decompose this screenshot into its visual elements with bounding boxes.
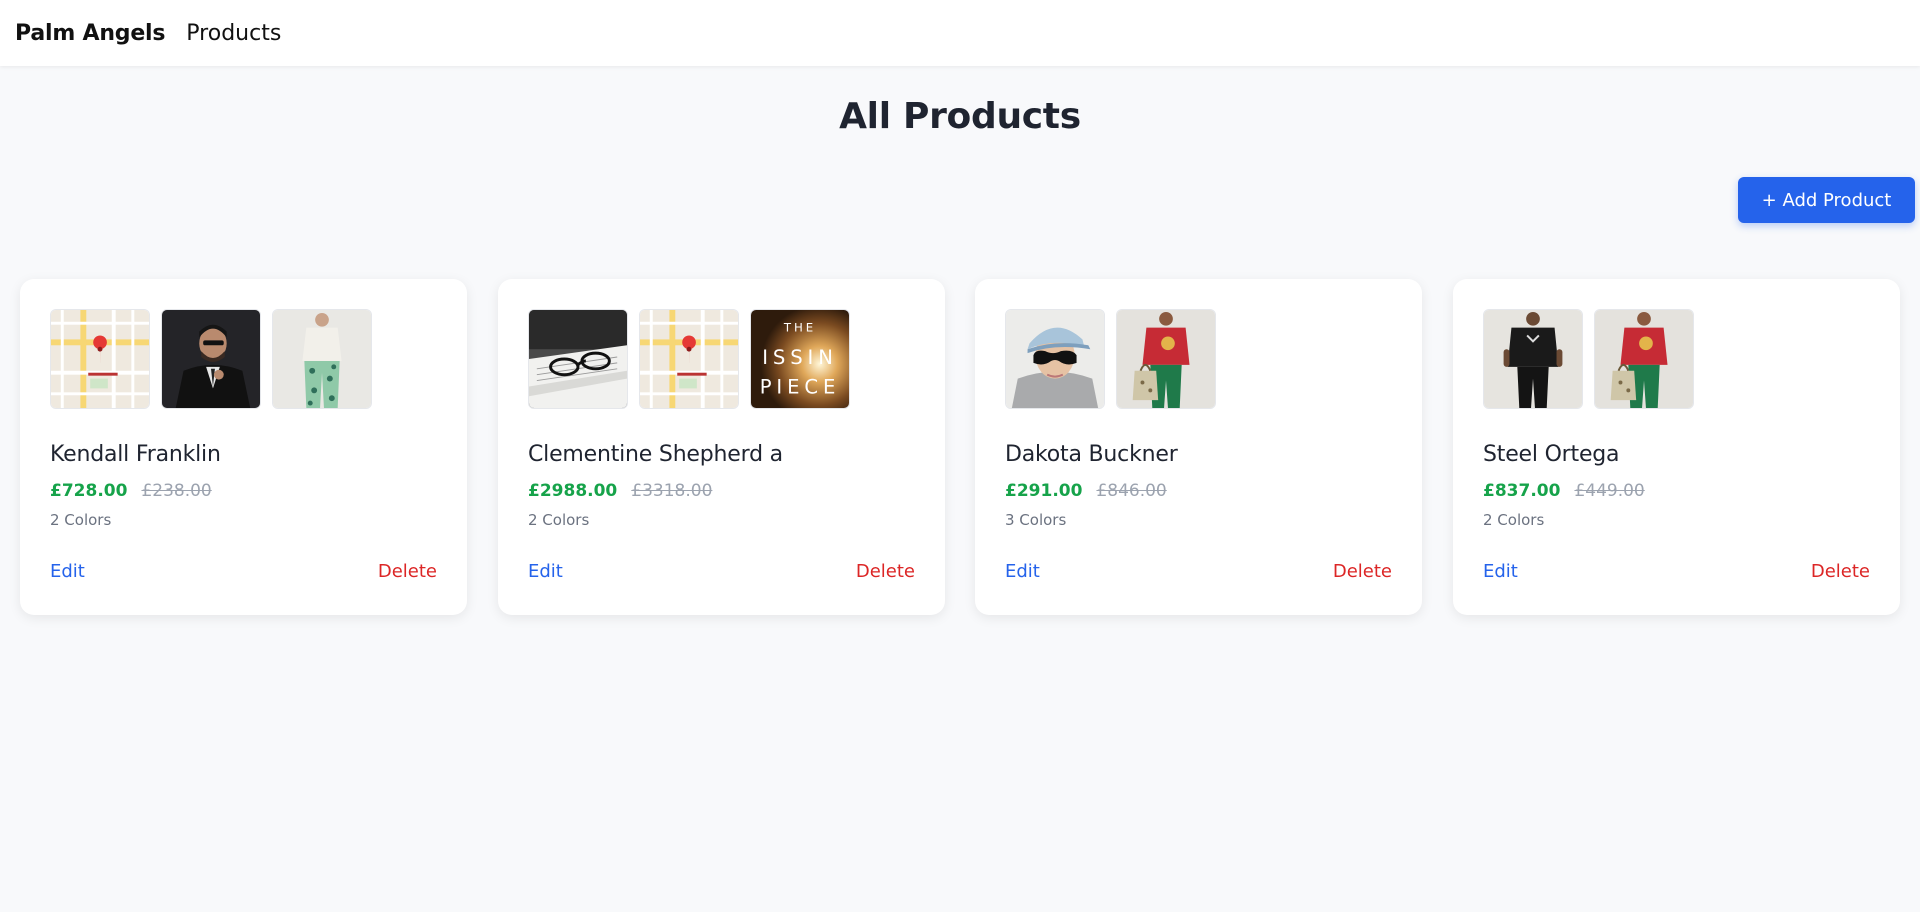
price-row: £2988.00 £3318.00 — [528, 481, 712, 501]
delete-button[interactable]: Delete — [378, 561, 437, 582]
price-row: £837.00 £449.00 — [1483, 481, 1645, 501]
sale-price: £2988.00 — [528, 481, 618, 501]
poster-text-line-2: ISSIN — [762, 346, 838, 369]
original-price: £238.00 — [141, 481, 212, 501]
model-black-outfit-image[interactable] — [1483, 309, 1583, 409]
page-title: All Products — [839, 96, 1081, 137]
color-count: 3 Colors — [1005, 511, 1067, 529]
product-name: Clementine Shepherd a — [528, 442, 783, 467]
delete-button[interactable]: Delete — [1811, 561, 1870, 582]
edit-button[interactable]: Edit — [1005, 561, 1040, 582]
product-images: THE ISSIN PIECE — [528, 309, 850, 409]
delete-button[interactable]: Delete — [856, 561, 915, 582]
color-count: 2 Colors — [50, 511, 112, 529]
sale-price: £728.00 — [50, 481, 128, 501]
model-red-tshirt-tote-image[interactable] — [1116, 309, 1216, 409]
product-card: Steel Ortega £837.00 £449.00 2 Colors Ed… — [1453, 279, 1900, 615]
man-in-suit-image[interactable] — [161, 309, 261, 409]
product-name: Kendall Franklin — [50, 442, 221, 467]
model-red-tshirt-tote-image[interactable] — [1594, 309, 1694, 409]
product-name: Steel Ortega — [1483, 442, 1620, 467]
edit-button[interactable]: Edit — [528, 561, 563, 582]
product-card: THE ISSIN PIECE Clementine Shepherd a £2… — [498, 279, 945, 615]
product-images — [1005, 309, 1216, 409]
price-row: £291.00 £846.00 — [1005, 481, 1167, 501]
nav-link-products[interactable]: Products — [186, 21, 281, 46]
poster-text-line-3: PIECE — [760, 375, 841, 398]
product-images — [1483, 309, 1694, 409]
person-patterned-pants-image[interactable] — [272, 309, 372, 409]
edit-button[interactable]: Edit — [50, 561, 85, 582]
color-count: 2 Colors — [528, 511, 590, 529]
brand-logo[interactable]: Palm Angels — [15, 21, 165, 46]
delete-button[interactable]: Delete — [1333, 561, 1392, 582]
sale-price: £837.00 — [1483, 481, 1561, 501]
original-price: £3318.00 — [631, 481, 713, 501]
sale-price: £291.00 — [1005, 481, 1083, 501]
top-navbar: Palm Angels Products — [0, 0, 1920, 66]
add-product-button[interactable]: + Add Product — [1738, 177, 1915, 223]
original-price: £449.00 — [1574, 481, 1645, 501]
the-missing-piece-poster-image[interactable]: THE ISSIN PIECE — [750, 309, 850, 409]
product-images — [50, 309, 372, 409]
product-card: Kendall Franklin £728.00 £238.00 2 Color… — [20, 279, 467, 615]
model-with-cap-sunglasses-image[interactable] — [1005, 309, 1105, 409]
product-name: Dakota Buckner — [1005, 442, 1178, 467]
poster-text-line-1: THE — [783, 321, 816, 335]
product-card: Dakota Buckner £291.00 £846.00 3 Colors … — [975, 279, 1422, 615]
map-image[interactable] — [639, 309, 739, 409]
color-count: 2 Colors — [1483, 511, 1545, 529]
map-image[interactable] — [50, 309, 150, 409]
price-row: £728.00 £238.00 — [50, 481, 212, 501]
edit-button[interactable]: Edit — [1483, 561, 1518, 582]
glasses-on-book-image[interactable] — [528, 309, 628, 409]
original-price: £846.00 — [1096, 481, 1167, 501]
